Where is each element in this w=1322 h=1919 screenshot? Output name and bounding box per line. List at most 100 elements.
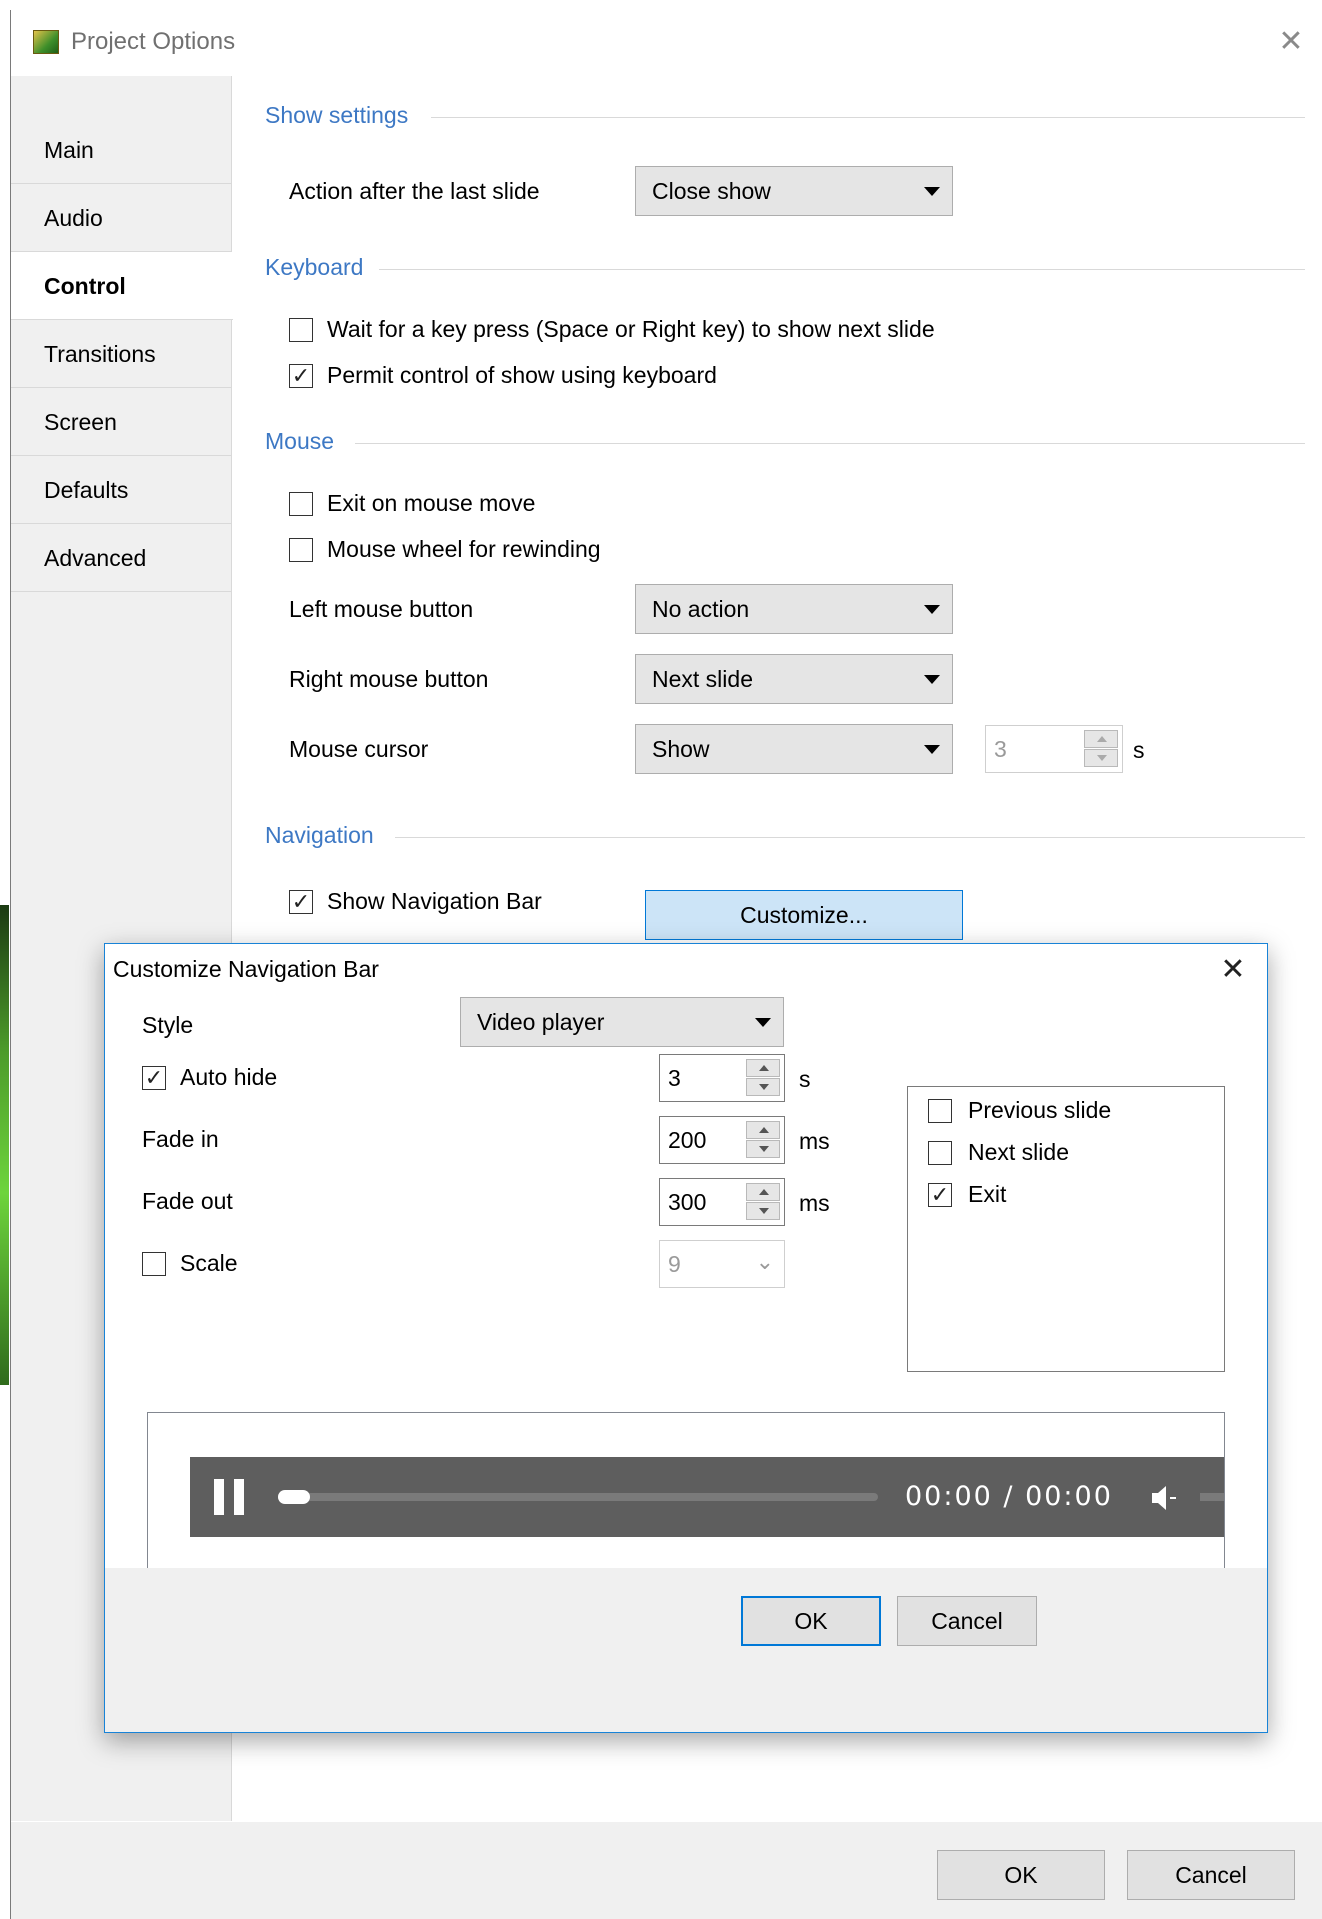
section-keyboard: Keyboard [265, 254, 364, 280]
mouse-cursor-label: Mouse cursor [289, 736, 429, 762]
right-mouse-button-label: Right mouse button [289, 666, 489, 692]
chevron-down-icon [924, 605, 940, 614]
mouse-wheel-checkbox[interactable] [289, 538, 313, 562]
dialog-cancel-button[interactable]: Cancel [897, 1596, 1037, 1646]
right-mouse-button-select[interactable]: Next slide [635, 654, 953, 704]
time-display: 00:00 / 00:00 [905, 1481, 1113, 1512]
previous-slide-label: Previous slide [968, 1097, 1112, 1123]
mouse-cursor-select[interactable]: Show [635, 724, 953, 774]
scale-select[interactable]: 9 ⌄ [659, 1240, 785, 1288]
fade-out-label: Fade out [142, 1188, 233, 1214]
cancel-button[interactable]: Cancel [1127, 1850, 1295, 1900]
pause-icon[interactable] [214, 1479, 246, 1515]
divider [379, 269, 1305, 270]
divider [395, 837, 1305, 838]
spin-down-icon[interactable] [1084, 749, 1118, 767]
permit-keyboard-label: Permit control of show using keyboard [327, 362, 717, 388]
spin-down-icon[interactable] [746, 1202, 780, 1220]
spin-down-icon[interactable] [746, 1140, 780, 1158]
title-bar: Project Options ✕ [11, 10, 1322, 76]
volume-slider[interactable] [1200, 1493, 1224, 1501]
sidebar-item-screen[interactable]: Screen [11, 388, 232, 456]
scale-label: Scale [180, 1250, 238, 1276]
scale-checkbox[interactable] [142, 1252, 166, 1276]
section-navigation: Navigation [265, 822, 374, 848]
progress-track[interactable] [278, 1493, 878, 1501]
dialog-ok-button[interactable]: OK [741, 1596, 881, 1646]
dialog-footer: OK Cancel [105, 1568, 1267, 1732]
chevron-down-icon [924, 745, 940, 754]
navigation-buttons-list: Previous slide Next slide ✓ Exit [907, 1086, 1225, 1372]
next-slide-label: Next slide [968, 1139, 1069, 1165]
chevron-down-icon [924, 187, 940, 196]
action-after-last-slide-select[interactable]: Close show [635, 166, 953, 216]
fade-out-unit: ms [799, 1190, 830, 1216]
permit-keyboard-checkbox[interactable]: ✓ [289, 364, 313, 388]
exit-mouse-move-label: Exit on mouse move [327, 490, 536, 516]
show-navigation-bar-checkbox[interactable]: ✓ [289, 890, 313, 914]
spinner-value: 3 [994, 736, 1007, 762]
show-navigation-bar-label: Show Navigation Bar [327, 888, 542, 914]
section-mouse: Mouse [265, 428, 335, 454]
footer-bar: OK Cancel [11, 1822, 1322, 1919]
divider [431, 117, 1305, 118]
divider [355, 443, 1305, 444]
style-label: Style [142, 1012, 194, 1038]
spin-up-icon[interactable] [746, 1183, 780, 1201]
video-player-bar: 00:00 / 00:00 [190, 1457, 1224, 1537]
customize-navigation-bar-dialog: Customize Navigation Bar ✕ Style Video p… [104, 943, 1268, 1733]
spinner-value: 200 [668, 1127, 707, 1153]
select-value: Close show [652, 178, 771, 204]
auto-hide-label: Auto hide [180, 1064, 278, 1090]
fade-in-unit: ms [799, 1128, 830, 1154]
fade-in-label: Fade in [142, 1126, 219, 1152]
app-icon [33, 30, 59, 54]
select-value: Video player [477, 1009, 605, 1035]
spin-down-icon[interactable] [746, 1078, 780, 1096]
spin-up-icon[interactable] [746, 1059, 780, 1077]
dialog-body: Style Video player ✓ Auto hide 3 s Fade … [105, 994, 1267, 1636]
chevron-down-icon: ⌄ [755, 1249, 774, 1274]
left-mouse-button-label: Left mouse button [289, 596, 474, 622]
next-slide-checkbox[interactable] [928, 1141, 952, 1165]
sidebar-item-advanced[interactable]: Advanced [11, 524, 232, 592]
select-value: 9 [668, 1251, 681, 1277]
wait-key-label: Wait for a key press (Space or Right key… [327, 316, 935, 342]
close-icon[interactable]: ✕ [1213, 950, 1253, 990]
sidebar-item-transitions[interactable]: Transitions [11, 320, 232, 388]
wait-key-checkbox[interactable] [289, 318, 313, 342]
select-value: Show [652, 736, 710, 762]
mouse-wheel-label: Mouse wheel for rewinding [327, 536, 601, 562]
window-title: Project Options [71, 28, 236, 55]
exit-label: Exit [968, 1181, 1007, 1207]
exit-mouse-move-checkbox[interactable] [289, 492, 313, 516]
auto-hide-checkbox[interactable]: ✓ [142, 1066, 166, 1090]
mouse-cursor-seconds-spinner[interactable]: 3 [985, 725, 1123, 773]
dialog-title: Customize Navigation Bar [113, 956, 379, 982]
customize-button[interactable]: Customize... [645, 890, 963, 940]
select-value: No action [652, 596, 750, 622]
dialog-title-bar: Customize Navigation Bar ✕ [105, 944, 1267, 994]
close-icon[interactable]: ✕ [1273, 24, 1309, 60]
progress-knob[interactable] [278, 1490, 310, 1504]
fade-out-spinner[interactable]: 300 [659, 1178, 785, 1226]
select-value: Next slide [652, 666, 753, 692]
exit-checkbox[interactable]: ✓ [928, 1183, 952, 1207]
auto-hide-spinner[interactable]: 3 [659, 1054, 785, 1102]
style-select[interactable]: Video player [460, 997, 784, 1047]
previous-slide-checkbox[interactable] [928, 1099, 952, 1123]
fade-in-spinner[interactable]: 200 [659, 1116, 785, 1164]
action-after-last-slide-label: Action after the last slide [289, 178, 540, 204]
sidebar-item-main[interactable]: Main [11, 116, 232, 184]
sidebar-item-defaults[interactable]: Defaults [11, 456, 232, 524]
spin-up-icon[interactable] [746, 1121, 780, 1139]
sidebar-item-audio[interactable]: Audio [11, 184, 232, 252]
sidebar-item-control[interactable]: Control [11, 252, 233, 320]
spinner-value: 300 [668, 1189, 707, 1215]
spinner-value: 3 [668, 1065, 681, 1091]
volume-icon[interactable] [1150, 1483, 1180, 1513]
ok-button[interactable]: OK [937, 1850, 1105, 1900]
spin-up-icon[interactable] [1084, 730, 1118, 748]
chevron-down-icon [924, 675, 940, 684]
left-mouse-button-select[interactable]: No action [635, 584, 953, 634]
